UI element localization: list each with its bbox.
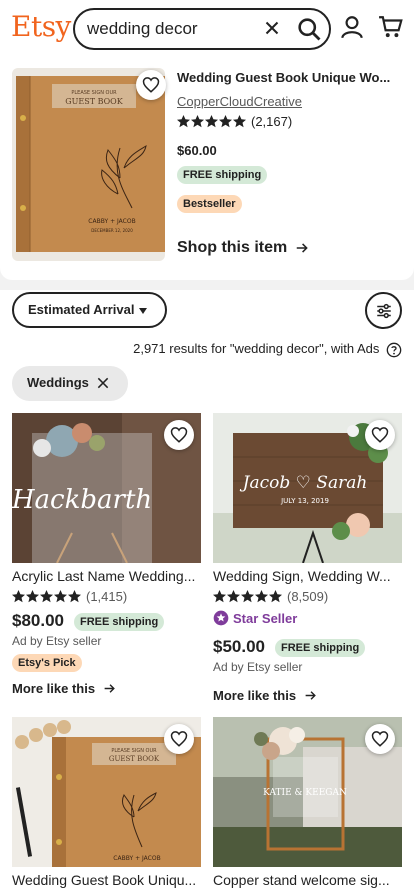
etsys-pick-badge: Etsy's Pick: [12, 654, 82, 672]
featured-plate-text: PLEASE SIGN OUR: [71, 90, 117, 96]
heart-icon: [371, 731, 389, 747]
featured-date: DECEMBER 12, 2020: [91, 228, 133, 233]
ad-label: Ad by Etsy seller: [213, 660, 303, 674]
featured-plate-title: GUEST BOOK: [65, 97, 123, 106]
arrow-right-icon: [305, 691, 316, 700]
star-seller-label: Star Seller: [233, 610, 298, 626]
ad-label: Ad by Etsy seller: [12, 634, 102, 648]
featured-title[interactable]: Wedding Guest Book Unique Wo...: [177, 70, 399, 85]
account-icon[interactable]: [339, 14, 365, 40]
sort-label: Estimated Arrival: [28, 302, 135, 317]
listing-image-date: JULY 13, 2019: [280, 497, 329, 505]
more-like-this-label: More like this: [12, 681, 96, 696]
arrow-right-icon: [296, 243, 308, 253]
stars-icon: [213, 590, 282, 603]
listing-rating: (1,415): [12, 589, 127, 604]
results-count: 2,971 results for "wedding decor", with …: [133, 341, 380, 356]
search-bar[interactable]: wedding decor: [73, 8, 331, 50]
listing-price: $80.00: [12, 611, 64, 630]
featured-rating: (2,167): [177, 114, 292, 129]
stars-icon: [12, 590, 81, 603]
favorite-button[interactable]: [164, 420, 194, 450]
star-seller-icon: [213, 610, 229, 626]
listing-rating-count: (8,509): [287, 589, 329, 604]
search-input[interactable]: wedding decor: [87, 19, 198, 39]
listing-rating-count: (1,415): [86, 589, 128, 604]
heart-icon: [170, 427, 188, 443]
help-icon[interactable]: [386, 342, 402, 358]
heart-icon: [170, 731, 188, 747]
caret-down-icon: [139, 308, 147, 314]
listing-title[interactable]: Wedding Sign, Wedding W...: [213, 568, 402, 584]
shop-this-item-link[interactable]: Shop this item: [177, 239, 309, 257]
featured-rating-count: (2,167): [251, 114, 293, 129]
header: Etsy wedding decor: [0, 0, 414, 58]
more-like-this-link[interactable]: More like this: [12, 681, 116, 696]
cart-icon[interactable]: [378, 14, 404, 40]
chip-label: Weddings: [27, 375, 89, 390]
sort-dropdown[interactable]: Estimated Arrival: [12, 292, 167, 328]
search-icon[interactable]: [295, 15, 323, 43]
filters-icon: [376, 303, 391, 318]
favorite-button[interactable]: [365, 724, 395, 754]
listing-image-plate-title: GUEST BOOK: [109, 755, 160, 763]
listing-image-plate: PLEASE SIGN OUR: [111, 748, 157, 754]
listing-image-text: KATIE & KEEGAN: [263, 788, 347, 798]
listing-image-text: Hackbarth: [12, 485, 152, 515]
more-like-this-label: More like this: [213, 688, 297, 703]
listing-image-text: Jacob ♡ Sarah: [240, 473, 368, 493]
clear-icon[interactable]: [261, 17, 283, 39]
more-like-this-link[interactable]: More like this: [213, 688, 317, 703]
listing-rating: (8,509): [213, 589, 328, 604]
shipping-badge: FREE shipping: [275, 639, 366, 657]
featured-listing[interactable]: PLEASE SIGN OUR GUEST BOOK CABBY + JACOB…: [0, 58, 414, 280]
shipping-badge: FREE shipping: [74, 613, 165, 631]
featured-names: CABBY + JACOB: [88, 218, 135, 225]
favorite-button[interactable]: [136, 70, 166, 100]
filter-chip-weddings[interactable]: Weddings: [12, 366, 128, 401]
listing-title[interactable]: Copper stand welcome sig...: [213, 872, 402, 888]
listing-title[interactable]: Acrylic Last Name Wedding...: [12, 568, 201, 584]
filter-button[interactable]: [365, 292, 402, 329]
featured-shipping-badge: FREE shipping: [177, 166, 268, 184]
listing-title[interactable]: Wedding Guest Book Uniqu...: [12, 872, 201, 888]
heart-icon: [371, 427, 389, 443]
star-seller-badge: Star Seller: [213, 610, 297, 626]
etsy-logo[interactable]: Etsy: [11, 10, 71, 43]
featured-shop-link[interactable]: CopperCloudCreative: [177, 94, 302, 109]
listing-price: $50.00: [213, 637, 265, 656]
heart-icon: [142, 77, 160, 93]
shop-this-item-label: Shop this item: [177, 239, 288, 256]
favorite-button[interactable]: [365, 420, 395, 450]
arrow-right-icon: [104, 684, 115, 693]
featured-price: $60.00: [177, 143, 217, 158]
results-summary: 2,971 results for "wedding decor", with …: [0, 341, 402, 358]
stars-icon: [177, 115, 246, 128]
bestseller-badge: Bestseller: [177, 195, 242, 213]
close-icon[interactable]: [96, 376, 110, 390]
favorite-button[interactable]: [164, 724, 194, 754]
listing-image-names: CABBY + JACOB: [113, 855, 160, 862]
